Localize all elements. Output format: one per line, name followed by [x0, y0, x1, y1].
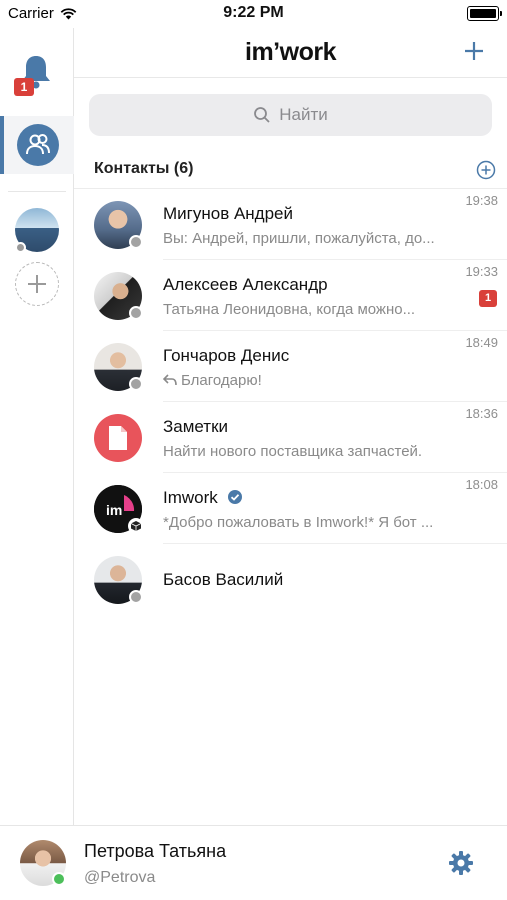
bot-indicator [128, 518, 144, 534]
search-icon [254, 107, 270, 123]
message-time: 18:49 [465, 335, 498, 350]
verified-icon [227, 490, 242, 504]
active-indicator [0, 116, 4, 174]
contact-row[interactable]: Басов Василий [74, 544, 507, 615]
message-time: 18:36 [465, 406, 498, 421]
offline-status-dot [129, 590, 143, 604]
app-logo: im’work [245, 38, 336, 66]
plus-icon [465, 42, 483, 60]
contact-name-text: Imwork [163, 488, 218, 507]
plus-icon [28, 275, 46, 293]
message-time: 19:38 [465, 193, 498, 208]
add-contact-button[interactable] [476, 160, 496, 180]
contact-row[interactable]: Алексеев Александр Татьяна Леонидовна, к… [74, 260, 507, 331]
message-time: 18:08 [465, 477, 498, 492]
cube-icon [130, 521, 142, 531]
online-status-dot [52, 872, 66, 886]
add-circle-icon [476, 160, 496, 180]
offline-status-dot [129, 306, 143, 320]
unread-badge: 1 [479, 290, 497, 307]
contact-row[interactable]: Заметки Найти нового поставщика запчасте… [74, 402, 507, 473]
contact-name: Заметки [163, 417, 229, 436]
gear-icon [449, 851, 473, 875]
settings-button[interactable] [448, 850, 474, 876]
current-user-bar: Петрова Татьяна @Petrova [0, 825, 507, 900]
rail-divider [8, 191, 66, 192]
workspace-rail: 1 [0, 28, 74, 825]
message-preview: Найти нового поставщика запчастей. [163, 443, 423, 460]
reply-icon [163, 374, 177, 386]
clock: 9:22 PM [223, 4, 284, 21]
contact-name: Алексеев Александр [163, 275, 328, 294]
user-handle: @Petrova [84, 869, 156, 886]
header: im’work [74, 28, 507, 78]
contact-name: Басов Василий [163, 570, 284, 589]
notes-avatar [94, 414, 142, 462]
user-name: Петрова Татьяна [84, 841, 227, 861]
workspace-status-dot [15, 242, 26, 253]
svg-text:im: im [106, 502, 122, 518]
message-preview: Татьяна Леонидовна, когда можно... [163, 301, 416, 318]
contact-name: Imwork [163, 488, 243, 508]
new-chat-button[interactable] [459, 36, 489, 66]
contacts-section-title: Контакты (6) [94, 160, 194, 177]
search-placeholder: Найти [279, 105, 328, 124]
message-preview: Вы: Андрей, пришли, пожалуйста, до... [163, 230, 435, 247]
search-input[interactable]: Найти [89, 94, 492, 136]
contact-row[interactable]: im Imwork *Добро пожаловать в Imwork!* Я… [74, 473, 507, 544]
message-preview-text: Благодарю! [181, 372, 262, 389]
status-bar: Carrier 9:22 PM [0, 0, 507, 28]
notification-badge: 1 [14, 78, 34, 96]
contact-name: Мигунов Андрей [163, 204, 294, 223]
contact-name: Гончаров Денис [163, 346, 290, 365]
offline-status-dot [129, 377, 143, 391]
offline-status-dot [129, 235, 143, 249]
document-icon [109, 426, 127, 450]
contact-row[interactable]: Мигунов Андрей Вы: Андрей, пришли, пожал… [74, 189, 507, 260]
message-preview: Благодарю! [163, 372, 485, 389]
battery-icon [467, 6, 502, 21]
message-time: 19:33 [465, 264, 498, 279]
contact-row[interactable]: Гончаров Денис Благодарю! 18:49 [74, 331, 507, 402]
contacts-workspace-button[interactable] [17, 124, 59, 166]
message-preview: *Добро пожаловать в Imwork!* Я бот ... [163, 514, 434, 531]
add-workspace-button[interactable] [15, 262, 59, 306]
people-icon [26, 134, 50, 155]
